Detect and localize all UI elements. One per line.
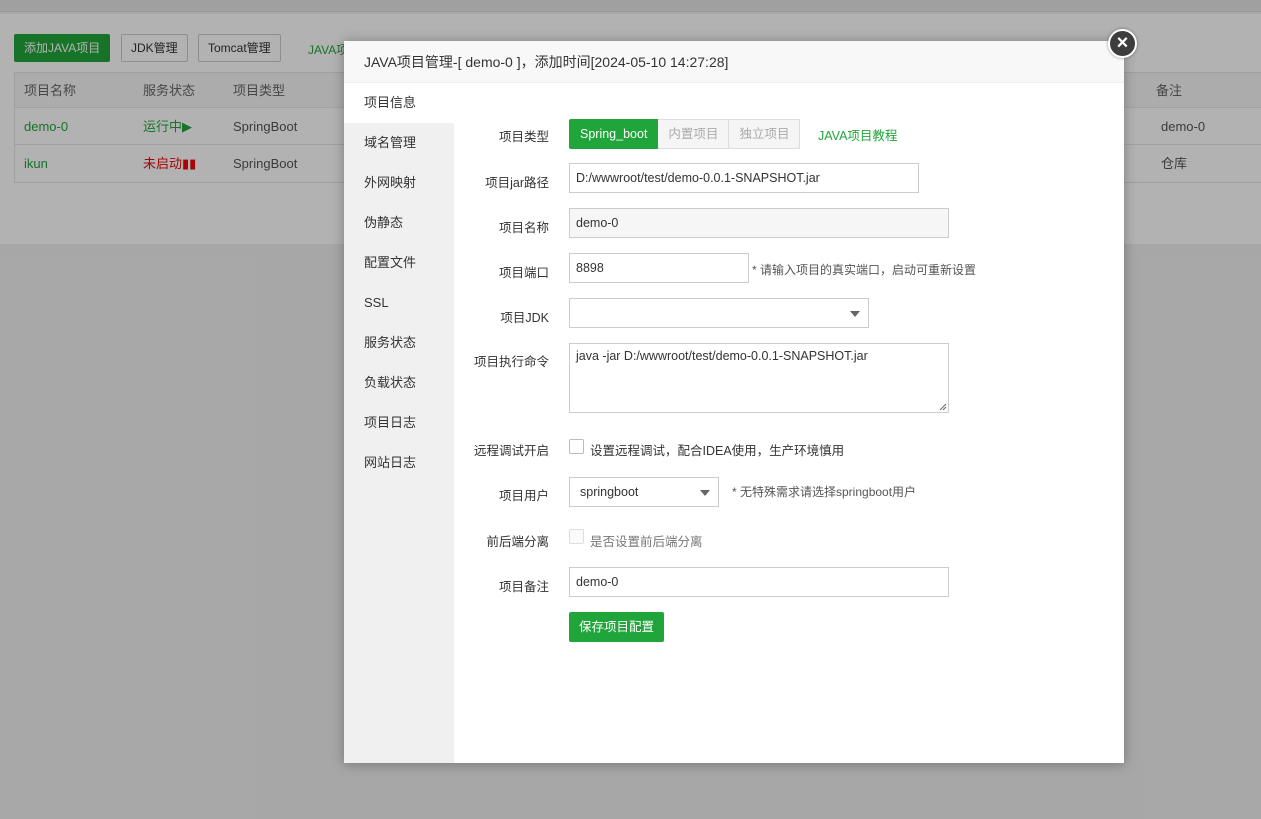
menu-item-ssl[interactable]: SSL [344,283,454,323]
remote-debug-label: 远程调试开启 [473,444,549,458]
menu-item-project-log[interactable]: 项目日志 [344,403,454,443]
command-text: java -jar D:/wwwroot/test/demo-0.0.1-SNA… [576,349,868,363]
menu-item-load-status[interactable]: 负载状态 [344,363,454,403]
project-info-form: 项目类型 Spring_boot 内置项目 独立项目 JAVA项目教程 项目ja… [454,83,1124,763]
project-settings-modal: JAVA项目管理-[ demo-0 ]，添加时间[2024-05-10 14:2… [344,41,1124,763]
separation-checkbox[interactable] [569,529,584,544]
resize-grip-icon[interactable] [939,403,947,411]
close-icon[interactable]: × [1108,29,1137,58]
project-jdk-label: 项目JDK [500,311,549,325]
chevron-down-icon [700,490,710,496]
menu-item-project-info[interactable]: 项目信息 [344,83,454,123]
save-config-button[interactable]: 保存项目配置 [569,612,665,642]
port-hint: * 请输入项目的真实端口，启动可重新设置 [752,263,977,277]
remote-debug-checkbox[interactable] [569,439,584,454]
project-type-label: 项目类型 [498,130,549,144]
project-jdk-select[interactable] [569,298,869,328]
chevron-down-icon [850,311,860,317]
jar-path-label: 项目jar路径 [485,176,549,190]
java-tutorial-link[interactable]: JAVA项目教程 [818,125,897,144]
project-remark-label: 项目备注 [498,580,549,594]
command-label: 项目执行命令 [473,355,549,369]
menu-item-rewrite[interactable]: 伪静态 [344,203,454,243]
command-textarea[interactable]: java -jar D:/wwwroot/test/demo-0.0.1-SNA… [569,343,949,413]
project-user-label: 项目用户 [498,489,549,503]
project-user-select[interactable]: springboot [569,477,719,507]
project-remark-input[interactable]: demo-0 [569,567,949,597]
user-selected-value: springboot [580,485,639,499]
project-port-input[interactable]: 8898 [569,253,749,283]
menu-item-site-log[interactable]: 网站日志 [344,443,454,483]
project-port-label: 项目端口 [498,266,549,280]
separation-text: 是否设置前后端分离 [590,535,703,549]
menu-item-external-mapping[interactable]: 外网映射 [344,163,454,203]
menu-item-config-file[interactable]: 配置文件 [344,243,454,283]
modal-title: JAVA项目管理-[ demo-0 ]，添加时间[2024-05-10 14:2… [344,41,1124,83]
project-name-input[interactable]: demo-0 [569,208,949,238]
menu-item-service-status[interactable]: 服务状态 [344,323,454,363]
jar-path-input[interactable]: D:/wwwroot/test/demo-0.0.1-SNAPSHOT.jar [569,163,919,193]
menu-item-domain[interactable]: 域名管理 [344,123,454,163]
type-option-standalone[interactable]: 独立项目 [729,119,801,149]
type-option-builtin[interactable]: 内置项目 [658,119,730,149]
type-option-spring-boot[interactable]: Spring_boot [569,119,659,149]
project-type-toggle: Spring_boot 内置项目 独立项目 [569,119,801,149]
separation-label: 前后端分离 [486,535,549,549]
project-name-label: 项目名称 [498,221,549,235]
remote-debug-text: 设置远程调试，配合IDEA使用，生产环境慎用 [590,444,845,458]
user-hint: * 无特殊需求请选择springboot用户 [732,485,917,499]
modal-side-menu: 项目信息 域名管理 外网映射 伪静态 配置文件 SSL 服务状态 负载状态 项目… [344,83,454,763]
